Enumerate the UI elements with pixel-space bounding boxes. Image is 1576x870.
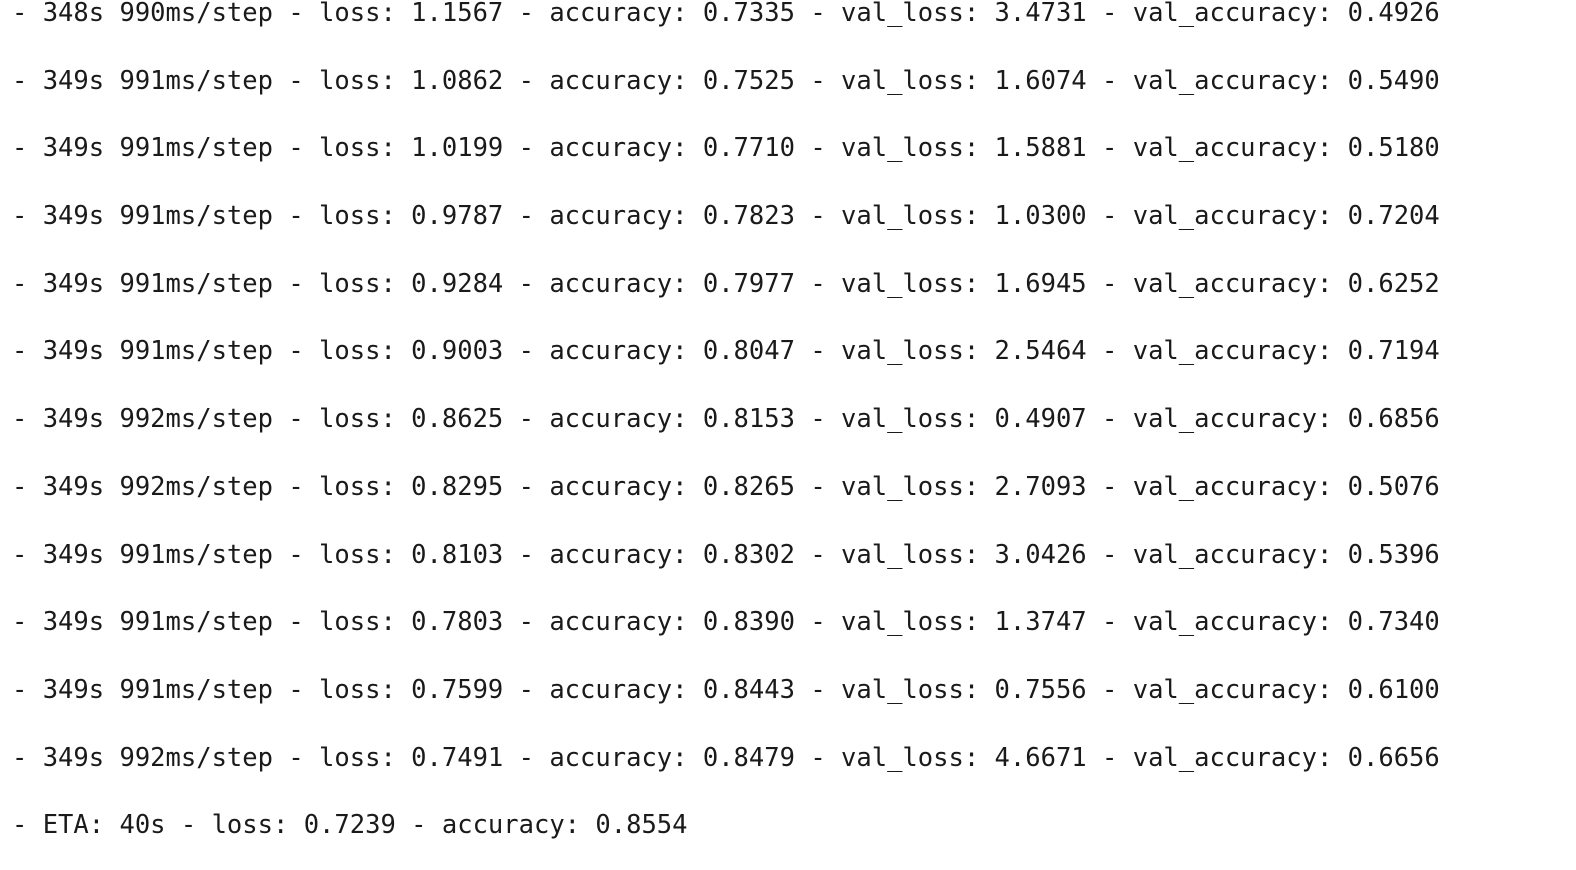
log-line-epoch-10: - 349s 991ms/step - loss: 0.7803 - accur… xyxy=(12,607,1440,638)
log-line-epoch-2: - 349s 991ms/step - loss: 1.0862 - accur… xyxy=(12,65,1440,96)
log-line-epoch-5: - 349s 991ms/step - loss: 0.9284 - accur… xyxy=(12,268,1440,299)
log-line-epoch-4: - 349s 991ms/step - loss: 0.9787 - accur… xyxy=(12,201,1440,232)
log-line-epoch-7: - 349s 992ms/step - loss: 0.8625 - accur… xyxy=(12,404,1440,435)
training-log-output: - 348s 990ms/step - loss: 1.1567 - accur… xyxy=(12,0,1572,860)
log-line-epoch-9: - 349s 991ms/step - loss: 0.8103 - accur… xyxy=(12,539,1440,570)
log-line-epoch-3: - 349s 991ms/step - loss: 1.0199 - accur… xyxy=(12,133,1440,164)
log-line-epoch-11: - 349s 991ms/step - loss: 0.7599 - accur… xyxy=(12,674,1440,705)
log-line-epoch-8: - 349s 992ms/step - loss: 0.8295 - accur… xyxy=(12,471,1440,502)
log-line-epoch-6: - 349s 991ms/step - loss: 0.9003 - accur… xyxy=(12,336,1440,367)
log-line-eta-progress: - ETA: 40s - loss: 0.7239 - accuracy: 0.… xyxy=(12,810,688,841)
log-line-epoch-1: - 348s 990ms/step - loss: 1.1567 - accur… xyxy=(12,0,1440,28)
log-line-epoch-12: - 349s 992ms/step - loss: 0.7491 - accur… xyxy=(12,742,1440,773)
